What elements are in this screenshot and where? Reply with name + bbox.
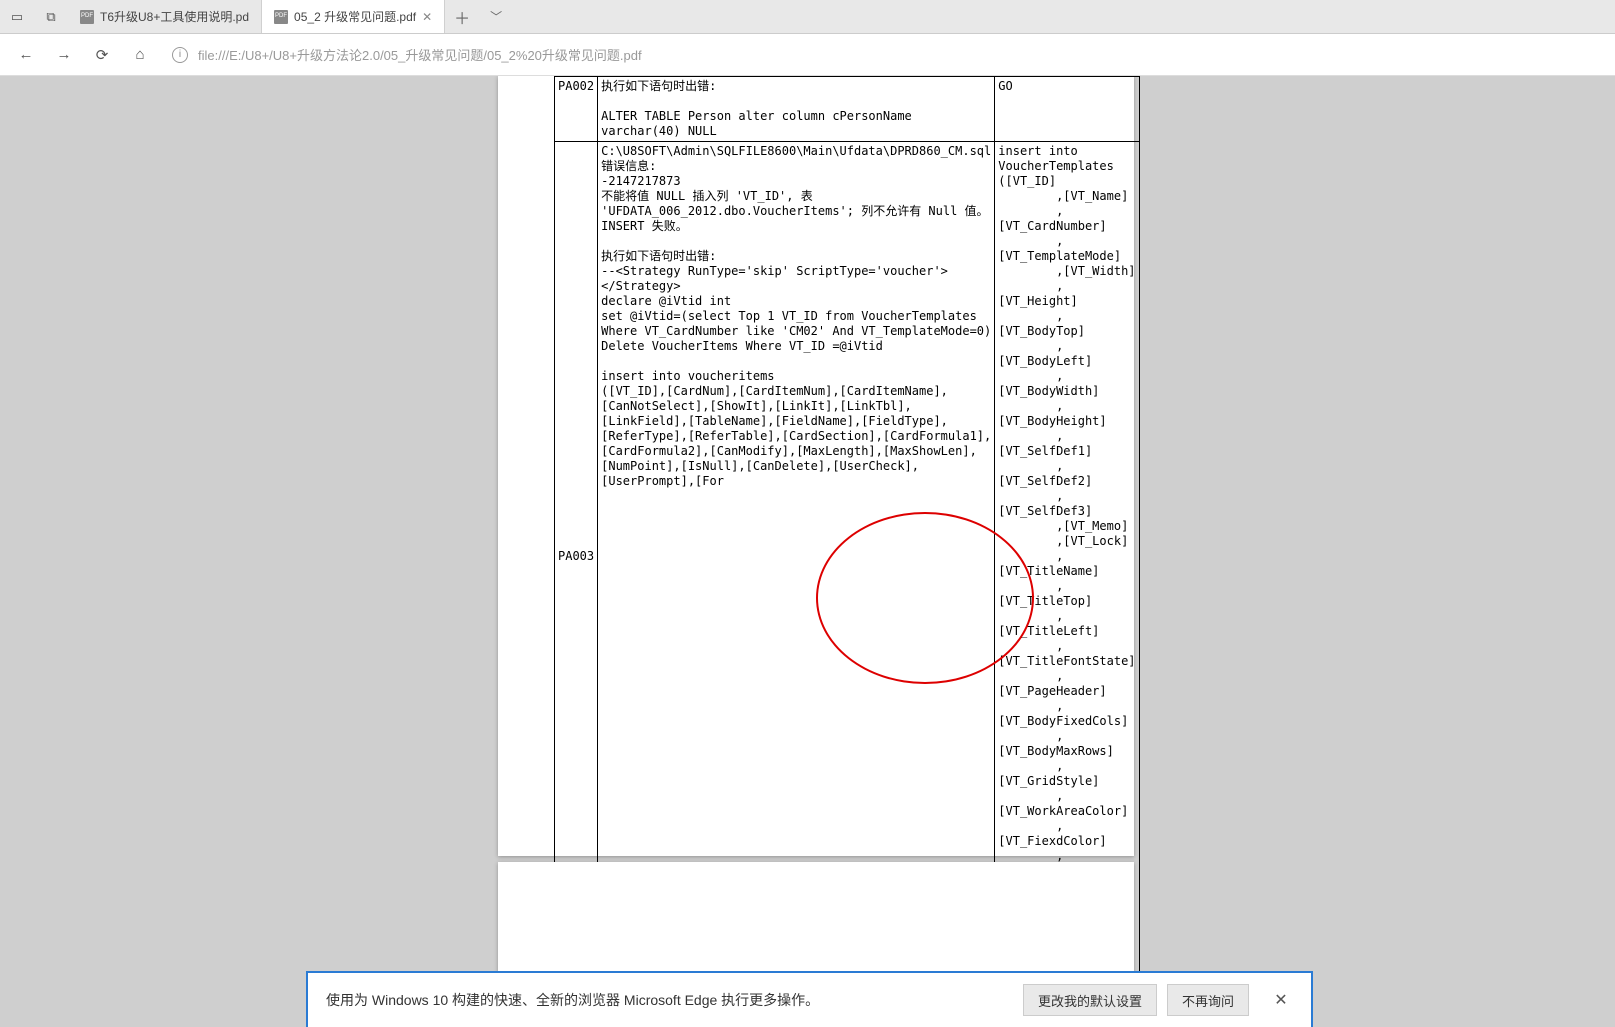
tab-overflow-icon[interactable]: ﹀ <box>479 0 513 33</box>
pdf-icon <box>80 10 94 24</box>
faq-table: PA002 执行如下语句时出错: ALTER TABLE Person alte… <box>554 76 1140 972</box>
home-button[interactable]: ⌂ <box>122 37 158 73</box>
pdf-icon <box>274 10 288 24</box>
row-fix: GO <box>995 77 1139 142</box>
new-tab-button[interactable]: ＋ <box>445 0 479 33</box>
pdf-page: PA002 执行如下语句时出错: ALTER TABLE Person alte… <box>498 76 1134 856</box>
tab-05-2-upgrade-faq[interactable]: 05_2 升级常见问题.pdf ✕ <box>262 0 445 33</box>
tab-bar: ▭ ⧉ T6升级U8+工具使用说明.pd 05_2 升级常见问题.pdf ✕ ＋… <box>0 0 1615 34</box>
row-fix: insert into VoucherTemplates ([VT_ID] ,[… <box>995 142 1139 972</box>
back-button[interactable]: ← <box>8 37 44 73</box>
row-id: PA002 <box>555 77 598 142</box>
close-tab-icon[interactable]: ✕ <box>422 10 432 24</box>
tab-label: T6升级U8+工具使用说明.pd <box>100 8 249 25</box>
banner-text: 使用为 Windows 10 构建的快速、全新的浏览器 Microsoft Ed… <box>326 990 819 1010</box>
dismiss-button[interactable]: 不再询问 <box>1167 984 1249 1016</box>
forward-button[interactable]: → <box>46 37 82 73</box>
row-problem: 执行如下语句时出错: ALTER TABLE Person alter colu… <box>598 77 995 142</box>
new-window-icon[interactable]: ⧉ <box>34 0 68 33</box>
row-problem: C:\U8SOFT\Admin\SQLFILE8600\Main\Ufdata\… <box>598 142 995 972</box>
info-icon[interactable]: i <box>172 47 188 63</box>
nav-toolbar: ← → ⟳ ⌂ i file:///E:/U8+/U8+升级方法论2.0/05_… <box>0 34 1615 76</box>
address-bar[interactable]: file:///E:/U8+/U8+升级方法论2.0/05_升级常见问题/05_… <box>198 45 1607 64</box>
tab-t6-upgrade-doc[interactable]: T6升级U8+工具使用说明.pd <box>68 0 262 33</box>
row-id: PA003 <box>555 142 598 972</box>
close-banner-icon[interactable]: ✕ <box>1269 990 1293 1010</box>
pdf-viewport[interactable]: PA002 执行如下语句时出错: ALTER TABLE Person alte… <box>0 76 1615 1027</box>
edge-promo-banner: 使用为 Windows 10 构建的快速、全新的浏览器 Microsoft Ed… <box>306 971 1313 1027</box>
refresh-button[interactable]: ⟳ <box>84 37 120 73</box>
tab-label: 05_2 升级常见问题.pdf <box>294 8 416 25</box>
change-default-button[interactable]: 更改我的默认设置 <box>1023 984 1157 1016</box>
set-aside-tabs-icon[interactable]: ▭ <box>0 0 34 33</box>
